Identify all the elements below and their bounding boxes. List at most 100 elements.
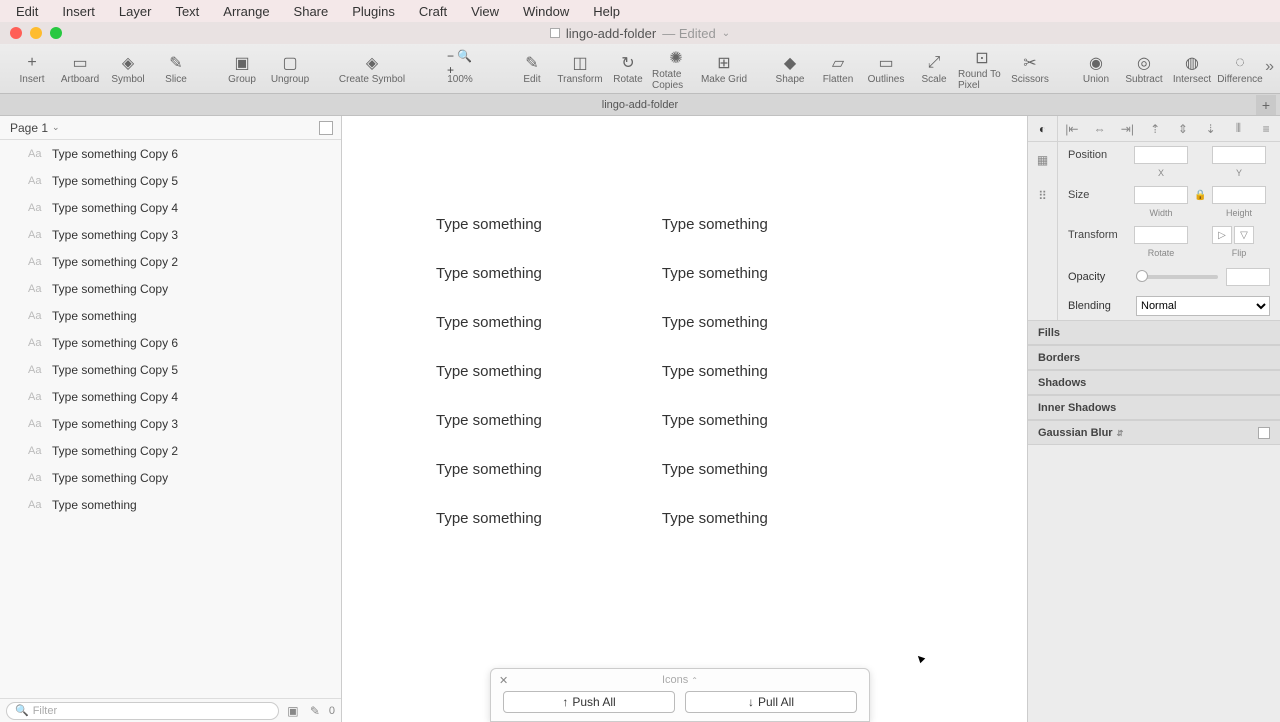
- tool-intersect[interactable]: ◍Intersect: [1168, 44, 1216, 94]
- tool-round-to-pixel[interactable]: ⊡Round To Pixel: [958, 44, 1006, 94]
- close-icon[interactable]: ✕: [499, 674, 508, 687]
- layer-item[interactable]: AaType something Copy: [0, 275, 341, 302]
- tool-difference[interactable]: ◌Difference: [1216, 44, 1264, 94]
- layer-item[interactable]: AaType something Copy 4: [0, 383, 341, 410]
- dotgrid-icon[interactable]: ⠿: [1028, 178, 1057, 214]
- canvas-text-layer[interactable]: Type something: [662, 265, 768, 282]
- canvas-text-layer[interactable]: Type something: [436, 314, 542, 331]
- menu-text[interactable]: Text: [165, 2, 209, 21]
- tool-subtract[interactable]: ◎Subtract: [1120, 44, 1168, 94]
- section-fills[interactable]: Fills: [1028, 320, 1280, 345]
- minimize-window-button[interactable]: [30, 27, 42, 39]
- layer-item[interactable]: AaType something Copy 5: [0, 356, 341, 383]
- layer-item[interactable]: AaType something Copy 2: [0, 437, 341, 464]
- tool-symbol[interactable]: ◈Symbol: [104, 44, 152, 94]
- layer-item[interactable]: AaType something Copy: [0, 464, 341, 491]
- tool-rotate-copies[interactable]: ✺Rotate Copies: [652, 44, 700, 94]
- close-window-button[interactable]: [10, 27, 22, 39]
- canvas-text-layer[interactable]: Type something: [436, 412, 542, 429]
- canvas[interactable]: Type something Type something Type somethi…: [342, 116, 1027, 722]
- tool-group[interactable]: ▣Group: [218, 44, 266, 94]
- canvas-text-layer[interactable]: Type something: [662, 216, 768, 233]
- layer-item[interactable]: AaType something Copy 6: [0, 329, 341, 356]
- layer-item[interactable]: AaType something Copy 5: [0, 167, 341, 194]
- layer-item[interactable]: AaType something Copy 2: [0, 248, 341, 275]
- canvas-text-layer[interactable]: Type something: [436, 461, 542, 478]
- menu-share[interactable]: Share: [284, 2, 339, 21]
- section-inner-shadows[interactable]: Inner Shadows: [1028, 395, 1280, 420]
- blending-select[interactable]: Normal: [1136, 296, 1270, 316]
- distribute-v-icon[interactable]: ≡: [1258, 121, 1274, 137]
- canvas-text-layer[interactable]: Type something: [436, 363, 542, 380]
- tool-outlines[interactable]: ▭Outlines: [862, 44, 910, 94]
- align-right-icon[interactable]: ⇥|: [1119, 121, 1135, 137]
- tool-union[interactable]: ◉Union: [1072, 44, 1120, 94]
- menu-window[interactable]: Window: [513, 2, 579, 21]
- section-shadows[interactable]: Shadows: [1028, 370, 1280, 395]
- menu-arrange[interactable]: Arrange: [213, 2, 279, 21]
- section-borders[interactable]: Borders: [1028, 345, 1280, 370]
- distribute-h-icon[interactable]: ⫴: [1230, 121, 1246, 137]
- symbols-filter-icon[interactable]: ▣: [285, 704, 301, 718]
- tool-insert[interactable]: +Insert: [8, 44, 56, 94]
- tool-shape[interactable]: ◆Shape: [766, 44, 814, 94]
- pull-all-button[interactable]: ↓Pull All: [685, 691, 857, 713]
- blur-checkbox[interactable]: [1258, 427, 1270, 439]
- align-bottom-icon[interactable]: ⇣: [1203, 121, 1219, 137]
- menu-view[interactable]: View: [461, 2, 509, 21]
- canvas-text-layer[interactable]: Type something: [662, 412, 768, 429]
- lock-aspect-icon[interactable]: 🔒: [1194, 190, 1206, 201]
- flip-h-icon[interactable]: ▷: [1212, 226, 1232, 244]
- tool-edit[interactable]: ✎Edit: [508, 44, 556, 94]
- align-top-icon[interactable]: ⇡: [1147, 121, 1163, 137]
- menu-plugins[interactable]: Plugins: [342, 2, 405, 21]
- height-input[interactable]: [1212, 186, 1266, 204]
- tool-flatten[interactable]: ▱Flatten: [814, 44, 862, 94]
- tool-100%[interactable]: − 🔍 +100%: [430, 44, 490, 94]
- artboard-list-icon[interactable]: [319, 121, 333, 135]
- tool-ungroup[interactable]: ▢Ungroup: [266, 44, 314, 94]
- craft-panel-icon[interactable]: ◐: [1028, 116, 1058, 141]
- gaussian-blur-section[interactable]: Gaussian Blur⇵: [1028, 420, 1280, 445]
- tool-scissors[interactable]: ✂Scissors: [1006, 44, 1054, 94]
- tool-make-grid[interactable]: ⊞Make Grid: [700, 44, 748, 94]
- canvas-text-layer[interactable]: Type something: [436, 510, 542, 527]
- canvas-text-layer[interactable]: Type something: [662, 461, 768, 478]
- tool-transform[interactable]: ◫Transform: [556, 44, 604, 94]
- menu-craft[interactable]: Craft: [409, 2, 457, 21]
- position-y-input[interactable]: [1212, 146, 1266, 164]
- page-selector[interactable]: Page 1 ⌄: [0, 116, 341, 140]
- zoom-window-button[interactable]: [50, 27, 62, 39]
- toolbar-overflow-icon[interactable]: »: [1265, 58, 1274, 76]
- tool-artboard[interactable]: ▭Artboard: [56, 44, 104, 94]
- slice-filter-icon[interactable]: ✎: [307, 704, 323, 718]
- opacity-input[interactable]: [1226, 268, 1270, 286]
- rotate-input[interactable]: [1134, 226, 1188, 244]
- tool-rotate[interactable]: ↻Rotate: [604, 44, 652, 94]
- position-x-input[interactable]: [1134, 146, 1188, 164]
- canvas-text-layer[interactable]: Type something: [662, 314, 768, 331]
- canvas-text-layer[interactable]: Type something: [662, 363, 768, 380]
- width-input[interactable]: [1134, 186, 1188, 204]
- popup-title[interactable]: Icons: [662, 674, 688, 686]
- opacity-slider[interactable]: [1136, 275, 1218, 279]
- layer-item[interactable]: AaType something Copy 4: [0, 194, 341, 221]
- layout-icon[interactable]: ▦: [1028, 142, 1057, 178]
- tool-create-symbol[interactable]: ◈Create Symbol: [332, 44, 412, 94]
- flip-v-icon[interactable]: ▽: [1234, 226, 1254, 244]
- canvas-text-layer[interactable]: Type something: [662, 510, 768, 527]
- align-left-icon[interactable]: |⇤: [1064, 121, 1080, 137]
- document-tab[interactable]: lingo-add-folder: [602, 99, 678, 111]
- add-tab-button[interactable]: +: [1256, 95, 1276, 115]
- filter-input[interactable]: 🔍 Filter: [6, 702, 279, 720]
- tool-slice[interactable]: ✎Slice: [152, 44, 200, 94]
- canvas-text-layer[interactable]: Type something: [436, 216, 542, 233]
- layer-item[interactable]: AaType something: [0, 491, 341, 518]
- layer-item[interactable]: AaType something Copy 6: [0, 140, 341, 167]
- menu-edit[interactable]: Edit: [6, 2, 48, 21]
- menu-insert[interactable]: Insert: [52, 2, 105, 21]
- menu-layer[interactable]: Layer: [109, 2, 162, 21]
- chevron-down-icon[interactable]: ⌄: [722, 28, 730, 39]
- layer-item[interactable]: AaType something: [0, 302, 341, 329]
- canvas-text-layer[interactable]: Type something: [436, 265, 542, 282]
